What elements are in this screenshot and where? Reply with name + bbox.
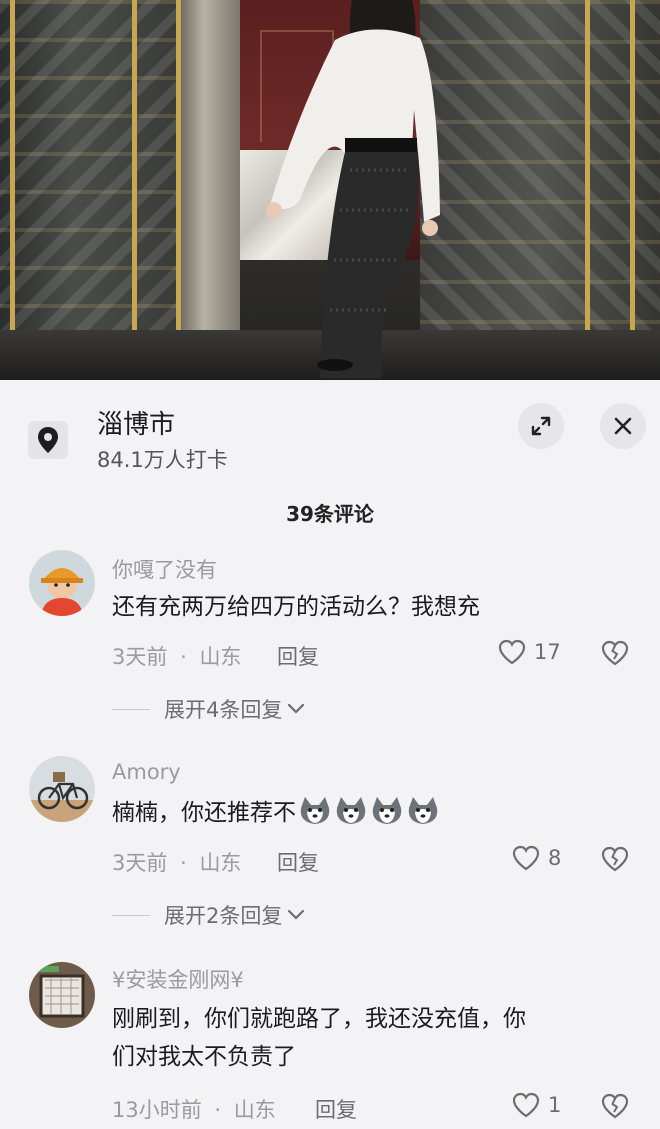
reply-button[interactable]: 回复: [315, 1094, 357, 1124]
heart-outline-icon: [498, 639, 526, 665]
broken-heart-icon: [601, 1093, 629, 1119]
dislike-button[interactable]: [600, 1092, 630, 1124]
avatar[interactable]: [29, 962, 95, 1028]
checkin-count: 84.1万人打卡: [97, 448, 228, 472]
close-button[interactable]: [600, 403, 646, 449]
like-count: 8: [548, 846, 562, 870]
location-title[interactable]: 淄博市: [97, 404, 175, 441]
expand-replies[interactable]: 展开4条回复: [112, 694, 306, 724]
husky-emoji: [372, 797, 402, 824]
walking-woman: [266, 0, 440, 378]
comment-username[interactable]: 你嘎了没有: [112, 554, 217, 584]
broken-heart-icon: [601, 846, 629, 872]
like-button[interactable]: 8: [512, 845, 561, 871]
comment-meta: 3天前 · 山东: [112, 645, 242, 669]
comment-text: 还有充两万给四万的活动么？我想充: [112, 594, 480, 620]
husky-emoji: [300, 797, 330, 824]
comments-sheet: 淄博市 84.1万人打卡 39条评论 你嘎了没有 还有充两万给四万的活动么？我想…: [0, 380, 660, 1129]
location-pin-icon[interactable]: [28, 421, 68, 459]
dislike-button[interactable]: [600, 845, 630, 877]
heart-outline-icon: [512, 845, 540, 871]
avatar[interactable]: [29, 550, 95, 616]
video-preview[interactable]: [0, 0, 660, 380]
like-button[interactable]: 17: [498, 639, 561, 665]
husky-emoji: [408, 797, 438, 824]
expand-button[interactable]: [518, 403, 564, 449]
comment-username[interactable]: Amory: [112, 760, 181, 784]
broken-heart-icon: [601, 640, 629, 666]
like-count: 17: [534, 640, 561, 664]
husky-emoji: [336, 797, 366, 824]
reply-button[interactable]: 回复: [277, 847, 319, 877]
expand-replies[interactable]: 展开2条回复: [112, 900, 306, 930]
chevron-down-icon: [288, 703, 305, 714]
avatar[interactable]: [29, 756, 95, 822]
comment-username[interactable]: ¥安装金刚网¥: [112, 964, 244, 994]
heart-outline-icon: [512, 1092, 540, 1118]
comment-text: 楠楠，你还推荐不: [112, 794, 632, 832]
expand-arrows-icon: [531, 416, 551, 436]
comment-meta: 3天前 · 山东: [112, 851, 242, 875]
like-button[interactable]: 1: [512, 1092, 561, 1118]
chevron-down-icon: [288, 909, 305, 920]
like-count: 1: [548, 1093, 562, 1117]
close-icon: [614, 417, 632, 435]
dislike-button[interactable]: [600, 639, 630, 671]
comment-meta: 13小时前 · 山东: [112, 1098, 276, 1122]
comments-count-title: 39条评论: [286, 502, 374, 526]
comment-text: 刚刷到，你们就跑路了，我还没充值，你 们对我太不负责了: [112, 1006, 526, 1070]
reply-button[interactable]: 回复: [277, 641, 319, 671]
